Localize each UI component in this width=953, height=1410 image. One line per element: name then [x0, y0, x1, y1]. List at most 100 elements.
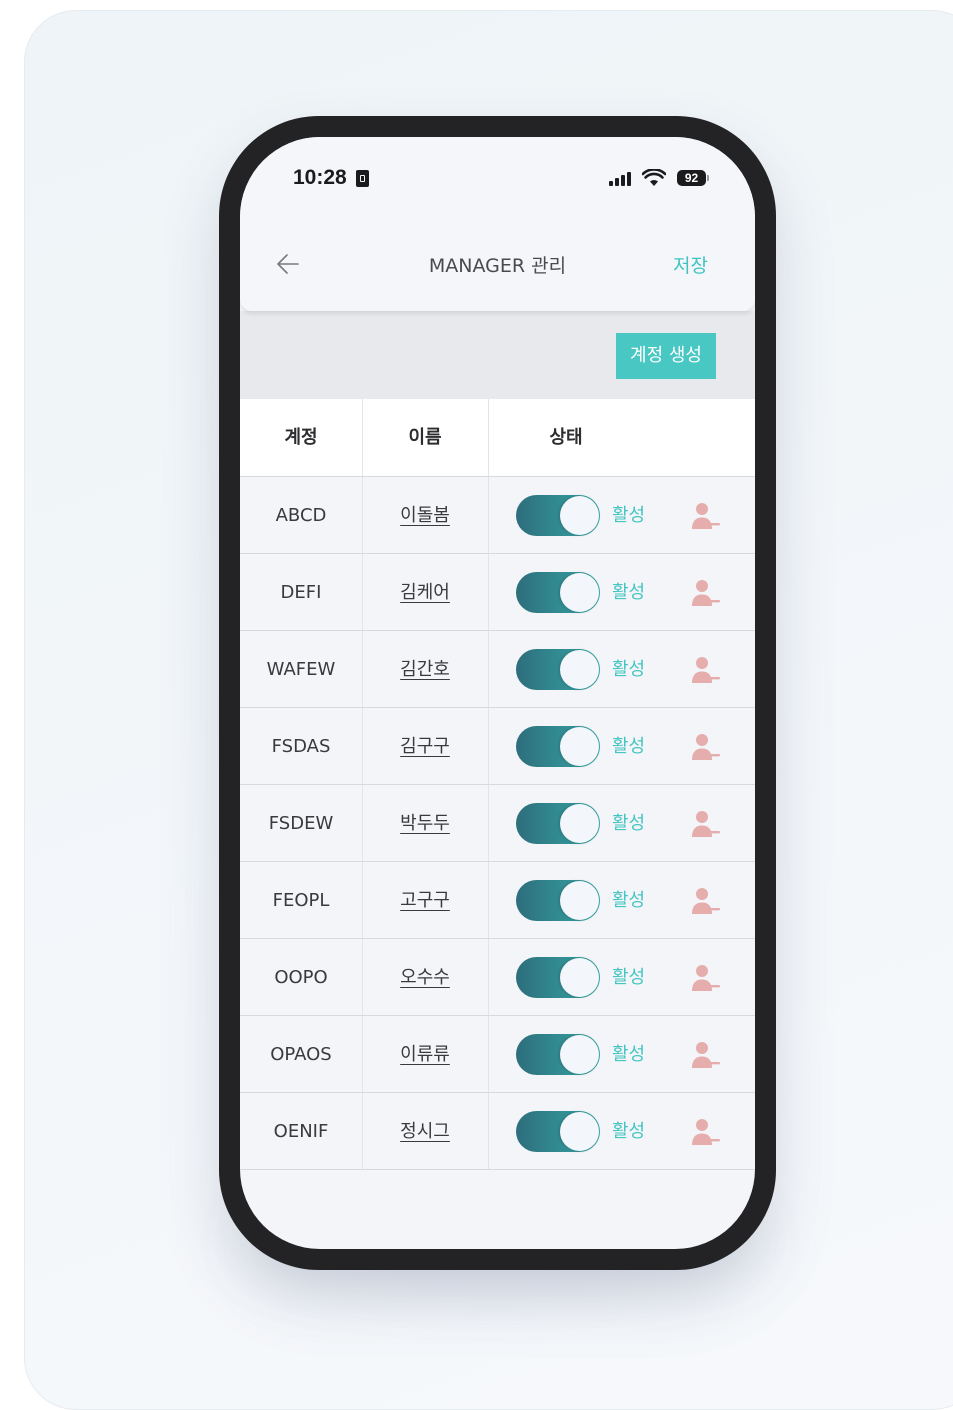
status-label: 활성 — [612, 1044, 646, 1065]
table-row: ABCD 이돌봄 활성 — [240, 477, 755, 554]
column-header-name: 이름 — [408, 427, 442, 448]
toggle-knob — [560, 804, 599, 843]
status-label: 활성 — [612, 582, 646, 603]
column-divider — [488, 785, 489, 861]
account-cell: OPAOS — [270, 1044, 332, 1065]
user-remove-icon[interactable] — [690, 501, 722, 531]
user-remove-icon[interactable] — [690, 1117, 722, 1147]
column-divider — [362, 1016, 363, 1092]
name-link[interactable]: 이돌봄 — [362, 477, 488, 554]
table-row: OOPO 오수수 활성 — [240, 939, 755, 1016]
status-toggle[interactable] — [516, 649, 600, 690]
column-divider — [362, 554, 363, 630]
table-row: OENIF 정시그 활성 — [240, 1093, 755, 1170]
table-row: FSDEW 박두두 활성 — [240, 785, 755, 862]
column-divider — [488, 1016, 489, 1092]
status-toggle[interactable] — [516, 1111, 600, 1152]
account-cell: WAFEW — [266, 659, 336, 680]
column-divider — [488, 939, 489, 1015]
status-label: 활성 — [612, 505, 646, 526]
account-cell: DEFI — [280, 582, 322, 603]
column-divider — [362, 399, 363, 476]
toggle-knob — [560, 650, 599, 689]
column-divider — [362, 1093, 363, 1169]
column-divider — [488, 477, 489, 553]
status-toggle[interactable] — [516, 880, 600, 921]
account-cell: FSDAS — [271, 736, 331, 757]
status-label: 활성 — [612, 890, 646, 911]
battery-indicator: 92 — [677, 170, 709, 186]
cellular-signal-icon — [609, 172, 633, 186]
table-row: FSDAS 김구구 활성 — [240, 708, 755, 785]
user-remove-icon[interactable] — [690, 809, 722, 839]
wifi-icon — [642, 169, 666, 186]
toggle-knob — [560, 958, 599, 997]
name-link[interactable]: 이류류 — [362, 1016, 488, 1093]
account-cell: ABCD — [275, 505, 327, 526]
toggle-knob — [560, 881, 599, 920]
column-divider — [488, 862, 489, 938]
action-bar: 계정 생성 — [240, 311, 755, 399]
name-link[interactable]: 박두두 — [362, 785, 488, 862]
manager-table: 계정 이름 상태 ABCD 이돌봄 활성 DEFI 김케어 활성 WAFEW 김… — [240, 399, 755, 1170]
column-divider — [488, 554, 489, 630]
status-time: 10:28 — [293, 166, 347, 189]
user-remove-icon[interactable] — [690, 1040, 722, 1070]
status-bar: 10:28 92 — [240, 137, 755, 217]
column-divider — [362, 631, 363, 707]
name-link[interactable]: 오수수 — [362, 939, 488, 1016]
status-toggle[interactable] — [516, 803, 600, 844]
app-header: MANAGER 관리 저장 — [240, 217, 755, 311]
name-link[interactable]: 정시그 — [362, 1093, 488, 1170]
name-link[interactable]: 김간호 — [362, 631, 488, 708]
phone-screen: 10:28 92 MANAGER 관리 저장 계정 생성 계정 이름 상태 AB… — [240, 137, 755, 1249]
column-divider — [488, 708, 489, 784]
status-toggle[interactable] — [516, 957, 600, 998]
column-divider — [362, 939, 363, 1015]
table-body: ABCD 이돌봄 활성 DEFI 김케어 활성 WAFEW 김간호 활성 FSD… — [240, 477, 755, 1170]
user-remove-icon[interactable] — [690, 578, 722, 608]
status-toggle[interactable] — [516, 726, 600, 767]
status-toggle[interactable] — [516, 572, 600, 613]
table-row: WAFEW 김간호 활성 — [240, 631, 755, 708]
status-toggle[interactable] — [516, 495, 600, 536]
column-divider — [362, 862, 363, 938]
column-divider — [488, 631, 489, 707]
toggle-knob — [560, 496, 599, 535]
column-header-account: 계정 — [284, 427, 318, 448]
table-row: FEOPL 고구구 활성 — [240, 862, 755, 939]
table-row: DEFI 김케어 활성 — [240, 554, 755, 631]
column-divider — [488, 399, 489, 476]
table-row: OPAOS 이류류 활성 — [240, 1016, 755, 1093]
name-link[interactable]: 고구구 — [362, 862, 488, 939]
account-cell: OENIF — [273, 1121, 329, 1142]
name-link[interactable]: 김구구 — [362, 708, 488, 785]
user-remove-icon[interactable] — [690, 886, 722, 916]
toggle-knob — [560, 1035, 599, 1074]
account-cell: FEOPL — [272, 890, 330, 911]
column-divider — [362, 477, 363, 553]
user-remove-icon[interactable] — [690, 655, 722, 685]
user-remove-icon[interactable] — [690, 963, 722, 993]
column-header-status: 상태 — [549, 427, 583, 448]
create-account-button[interactable]: 계정 생성 — [616, 333, 716, 379]
status-label: 활성 — [612, 967, 646, 988]
save-button[interactable]: 저장 — [673, 251, 708, 278]
table-header: 계정 이름 상태 — [240, 399, 755, 477]
status-label: 활성 — [612, 1121, 646, 1142]
column-divider — [362, 785, 363, 861]
toggle-knob — [560, 727, 599, 766]
name-link[interactable]: 김케어 — [362, 554, 488, 631]
status-toggle[interactable] — [516, 1034, 600, 1075]
lock-icon — [356, 170, 369, 187]
toggle-knob — [560, 1112, 599, 1151]
column-divider — [488, 1093, 489, 1169]
account-cell: FSDEW — [268, 813, 334, 834]
status-label: 활성 — [612, 736, 646, 757]
phone-frame: 10:28 92 MANAGER 관리 저장 계정 생성 계정 이름 상태 AB… — [219, 116, 776, 1270]
status-label: 활성 — [612, 659, 646, 680]
column-divider — [362, 708, 363, 784]
user-remove-icon[interactable] — [690, 732, 722, 762]
toggle-knob — [560, 573, 599, 612]
account-cell: OOPO — [274, 967, 328, 988]
